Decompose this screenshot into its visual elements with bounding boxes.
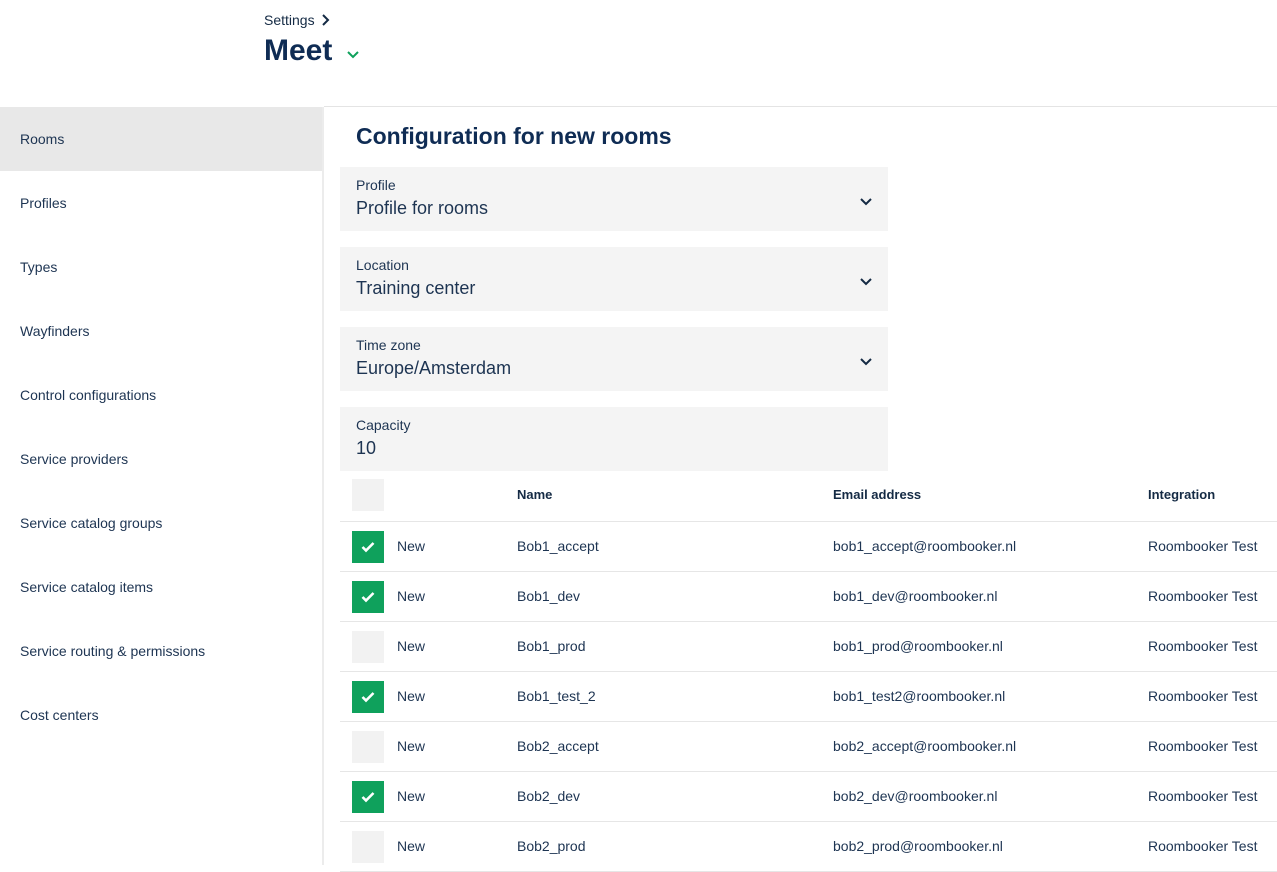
capacity-value[interactable]: 10 xyxy=(356,438,872,459)
row-status: New xyxy=(397,838,426,854)
row-integration: Roombooker Test xyxy=(1148,738,1258,754)
capacity-input[interactable]: Capacity 10 xyxy=(340,407,888,471)
row-name: Bob1_accept xyxy=(517,538,599,554)
row-email: bob1_accept@roombooker.nl xyxy=(833,538,1017,554)
table-row[interactable]: New Bob2_accept bob2_accept@roombooker.nl R… xyxy=(340,722,1277,772)
profile-value: Profile for rooms xyxy=(356,198,489,218)
table-body: New Bob1_accept bob1_accept@roombooker.nl R… xyxy=(340,522,1277,872)
column-header-name[interactable]: Name xyxy=(517,487,552,502)
row-email: bob1_dev@roombooker.nl xyxy=(833,588,998,604)
sidebar-item-control-configurations[interactable]: Control configurations xyxy=(0,363,322,427)
table-row[interactable]: New Bob2_dev bob2_dev@roombooker.nl Roomboo… xyxy=(340,772,1277,822)
row-status: New xyxy=(397,638,426,654)
check-icon xyxy=(361,541,375,553)
column-header-email[interactable]: Email address xyxy=(833,487,921,502)
timezone-label: Time zone xyxy=(356,337,421,353)
location-value: Training center xyxy=(356,278,476,298)
row-name: Bob2_accept xyxy=(517,738,599,754)
chevron-down-icon[interactable] xyxy=(860,353,872,371)
sidebar-item-wayfinders[interactable]: Wayfinders xyxy=(0,299,322,363)
row-status: New xyxy=(397,688,426,704)
profile-select[interactable]: Profile Profile for rooms xyxy=(340,167,888,231)
sidebar-item-cost-centers[interactable]: Cost centers xyxy=(0,683,322,747)
table-row[interactable]: New Bob1_test_2 bob1_test2@roombooker.nl Ro… xyxy=(340,672,1277,722)
row-checkbox[interactable] xyxy=(352,581,384,613)
profile-label: Profile xyxy=(356,177,396,193)
check-icon xyxy=(361,691,375,703)
row-integration: Roombooker Test xyxy=(1148,638,1258,654)
check-icon xyxy=(361,591,375,603)
breadcrumb-settings[interactable]: Settings xyxy=(264,12,315,28)
row-name: Bob1_prod xyxy=(517,638,586,654)
section-title: Configuration for new rooms xyxy=(356,123,672,149)
table-row[interactable]: New Bob1_prod bob1_prod@roombooker.nl Roomb… xyxy=(340,622,1277,672)
row-email: bob1_prod@roombooker.nl xyxy=(833,638,1003,654)
row-name: Bob2_dev xyxy=(517,788,581,804)
row-name: Bob1_dev xyxy=(517,588,581,604)
capacity-label: Capacity xyxy=(356,417,411,433)
sidebar-item-service-routing-permissions[interactable]: Service routing & permissions xyxy=(0,619,322,683)
sidebar: Rooms Profiles Types Wayfinders Control … xyxy=(0,107,324,865)
page-header: Settings Meet xyxy=(0,0,1277,106)
row-checkbox[interactable] xyxy=(352,781,384,813)
select-all-checkbox[interactable] xyxy=(352,479,384,511)
sidebar-item-service-providers[interactable]: Service providers xyxy=(0,427,322,491)
chevron-right-icon xyxy=(321,14,331,26)
sidebar-item-types[interactable]: Types xyxy=(0,235,322,299)
row-integration: Roombooker Test xyxy=(1148,688,1258,704)
row-status: New xyxy=(397,738,426,754)
row-integration: Roombooker Test xyxy=(1148,538,1258,554)
row-checkbox[interactable] xyxy=(352,831,384,863)
row-email: bob2_dev@roombooker.nl xyxy=(833,788,998,804)
row-email: bob1_test2@roombooker.nl xyxy=(833,688,1006,704)
check-icon xyxy=(361,791,375,803)
row-checkbox[interactable] xyxy=(352,531,384,563)
breadcrumb[interactable]: Settings xyxy=(264,12,331,28)
row-name: Bob1_test_2 xyxy=(517,688,596,704)
rooms-table: Name Email address Integration New Bob1_a… xyxy=(340,470,1277,872)
table-header: Name Email address Integration xyxy=(340,470,1277,522)
row-checkbox[interactable] xyxy=(352,681,384,713)
row-status: New xyxy=(397,538,426,554)
location-label: Location xyxy=(356,257,409,273)
row-status: New xyxy=(397,588,426,604)
row-checkbox[interactable] xyxy=(352,731,384,763)
chevron-down-icon[interactable] xyxy=(860,273,872,291)
sidebar-item-service-catalog-groups[interactable]: Service catalog groups xyxy=(0,491,322,555)
app-title[interactable]: Meet xyxy=(264,34,360,68)
page-title: Meet xyxy=(264,34,333,67)
column-header-integration[interactable]: Integration xyxy=(1148,487,1215,502)
timezone-value: Europe/Amsterdam xyxy=(356,358,512,378)
row-integration: Roombooker Test xyxy=(1148,588,1258,604)
chevron-down-icon[interactable] xyxy=(860,193,872,211)
row-status: New xyxy=(397,788,426,804)
row-email: bob2_prod@roombooker.nl xyxy=(833,838,1003,854)
row-name: Bob2_prod xyxy=(517,838,586,854)
sidebar-item-service-catalog-items[interactable]: Service catalog items xyxy=(0,555,322,619)
chevron-down-icon[interactable] xyxy=(346,34,360,68)
sidebar-item-rooms[interactable]: Rooms xyxy=(0,107,322,171)
location-select[interactable]: Location Training center xyxy=(340,247,888,311)
timezone-select[interactable]: Time zone Europe/Amsterdam xyxy=(340,327,888,391)
sidebar-item-profiles[interactable]: Profiles xyxy=(0,171,322,235)
main-content: Configuration for new rooms Profile Prof… xyxy=(324,107,1277,872)
row-integration: Roombooker Test xyxy=(1148,838,1258,854)
row-integration: Roombooker Test xyxy=(1148,788,1258,804)
table-row[interactable]: New Bob1_dev bob1_dev@roombooker.nl Roomboo… xyxy=(340,572,1277,622)
table-row[interactable]: New Bob1_accept bob1_accept@roombooker.nl R… xyxy=(340,522,1277,572)
row-email: bob2_accept@roombooker.nl xyxy=(833,738,1017,754)
row-checkbox[interactable] xyxy=(352,631,384,663)
